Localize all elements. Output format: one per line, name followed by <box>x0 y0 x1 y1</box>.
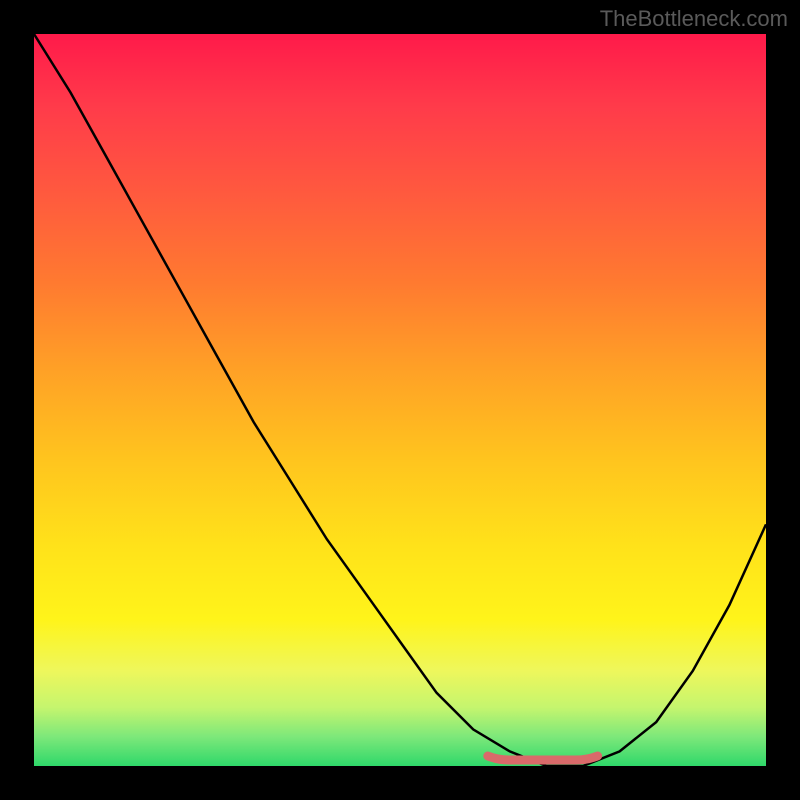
chart-plot-area <box>34 34 766 766</box>
attribution-text: TheBottleneck.com <box>600 6 788 32</box>
bottleneck-curve-path <box>34 34 766 766</box>
optimal-band-path <box>488 756 598 760</box>
bottleneck-curve-svg <box>34 34 766 766</box>
